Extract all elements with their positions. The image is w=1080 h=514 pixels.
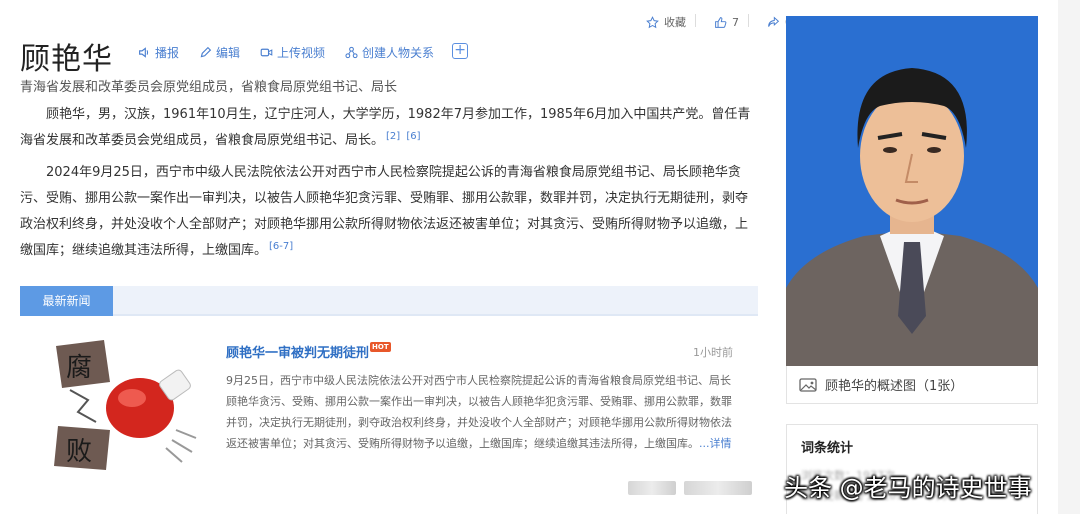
collect-label: 收藏 xyxy=(664,16,686,29)
thumb-text-top: 腐 xyxy=(66,353,92,383)
glove-highlight xyxy=(118,389,146,407)
portrait-photo[interactable] xyxy=(786,16,1038,366)
entry-subtitle: 青海省发展和改革委员会原党组成员，省粮食局原党组书记、局长 xyxy=(20,80,398,95)
tab-latest-news[interactable]: 最新新闻 xyxy=(20,286,113,316)
watermark-text: 头条 @老马的诗史世事 xyxy=(784,474,1032,502)
news-section-header: 最新新闻 xyxy=(20,286,758,316)
top-stats: 收藏 7 0 xyxy=(646,14,792,30)
create-relation-button[interactable]: 创建人物关系 xyxy=(339,42,440,63)
edit-icon xyxy=(200,46,212,58)
broadcast-label: 播报 xyxy=(155,46,180,60)
photo-caption-text: 顾艳华的概述图（1张） xyxy=(825,379,964,394)
upload-video-button[interactable]: 上传视频 xyxy=(254,42,331,63)
entry-title: 顾艳华 xyxy=(20,42,113,77)
relation-icon xyxy=(345,46,358,59)
upload-video-label: 上传视频 xyxy=(277,46,326,60)
summary-paragraph: 顾艳华，男，汉族，1961年10月生，辽宁庄河人，大学学历，1982年7月参加工… xyxy=(20,102,753,154)
star-icon xyxy=(646,15,659,28)
news-headline: 顾艳华一审被判无期徒刑 xyxy=(226,346,370,361)
edit-button[interactable]: 编辑 xyxy=(193,42,246,63)
hot-badge: HOT xyxy=(370,342,391,352)
share-icon xyxy=(768,16,780,27)
divider xyxy=(695,14,696,27)
stats-title: 词条统计 xyxy=(801,441,854,456)
news-timestamp: 1小时前 xyxy=(693,346,733,359)
photo-caption[interactable]: 顾艳华的概述图（1张） xyxy=(786,366,1038,404)
blurred-source xyxy=(628,481,676,495)
thumb-text-bottom: 败 xyxy=(66,437,92,467)
video-icon xyxy=(260,48,273,57)
speaker-icon xyxy=(139,47,149,58)
create-relation-label: 创建人物关系 xyxy=(362,46,435,60)
verdict-paragraph: 2024年9月25日，西宁市中级人民法院依法公开对西宁市人民检察院提起公诉的青海… xyxy=(20,160,753,264)
reference-link[interactable]: [6] xyxy=(406,131,420,142)
like-button[interactable]: 7 xyxy=(714,14,739,30)
verdict-text: 2024年9月25日，西宁市中级人民法院依法公开对西宁市人民检察院提起公诉的青海… xyxy=(20,165,749,258)
news-excerpt: 9月25日，西宁市中级人民法院依法公开对西宁市人民检察院提起公诉的青海省粮食局原… xyxy=(226,370,736,454)
divider xyxy=(748,14,749,27)
image-gallery-icon xyxy=(799,377,817,392)
reference-link[interactable]: [2] xyxy=(386,131,400,142)
details-link[interactable]: ...详情 xyxy=(699,437,732,450)
thumbs-up-icon xyxy=(715,16,727,28)
page-edge xyxy=(1058,0,1080,514)
eye-left xyxy=(883,147,897,153)
news-headline-link[interactable]: 顾艳华一审被判无期徒刑 HOT xyxy=(226,342,391,361)
eye-right xyxy=(927,147,941,153)
collect-button[interactable]: 收藏 xyxy=(646,14,686,30)
reference-link[interactable]: [6-7] xyxy=(269,241,293,252)
edit-label: 编辑 xyxy=(216,46,241,60)
add-button[interactable]: + xyxy=(452,43,469,59)
blurred-source xyxy=(684,481,752,495)
broadcast-button[interactable]: 播报 xyxy=(132,42,185,63)
news-thumbnail[interactable]: 腐 败 xyxy=(48,338,200,470)
news-excerpt-text: 9月25日，西宁市中级人民法院依法公开对西宁市人民检察院提起公诉的青海省粮食局原… xyxy=(226,374,732,450)
entry-toolbar: 播报 编辑 上传视频 创建人物关系 + xyxy=(132,42,469,63)
like-count: 7 xyxy=(732,15,739,29)
